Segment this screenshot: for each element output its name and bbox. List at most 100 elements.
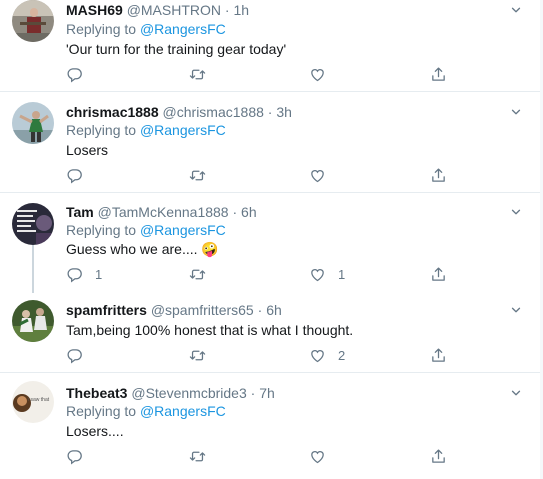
separator-dot: · [257,302,263,318]
share-icon [430,266,447,283]
share-button[interactable] [430,265,447,283]
tweet-header: Tam @TamMcKenna1888 · 6h [66,203,257,221]
separator-dot: · [224,2,230,18]
tweet-actions [66,65,466,83]
user-handle[interactable]: @Stevenmcbride3 [131,385,246,401]
share-button[interactable] [430,166,447,184]
tweet[interactable]: MASH69 @MASHTRON · 1h Replying to @Range… [0,0,543,92]
replying-to-label: Replying to [66,122,137,138]
retweet-icon [189,448,206,465]
reply-icon [66,167,83,184]
timestamp[interactable]: 6h [266,302,282,318]
like-button[interactable] [309,65,338,83]
display-name[interactable]: Tam [66,204,94,220]
tweet-text: 'Our turn for the training gear today' [66,41,287,57]
replying-to-link[interactable]: @RangersFC [140,21,226,37]
replying-to-label: Replying to [66,222,137,238]
replying-to: Replying to @RangersFC [66,402,226,420]
replying-to-link[interactable]: @RangersFC [140,222,226,238]
zany-face-emoji: 🤪 [201,241,219,257]
retweet-button[interactable] [189,65,218,83]
reply-button[interactable] [66,447,95,465]
separator-dot: · [250,385,256,401]
timestamp[interactable]: 3h [276,104,292,120]
tweet-actions [66,447,466,465]
reply-button[interactable] [66,65,95,83]
retweet-button[interactable] [189,447,218,465]
like-icon [309,448,326,465]
reply-icon [66,347,83,364]
chevron-down-icon[interactable] [509,303,523,317]
display-name[interactable]: Thebeat3 [66,385,127,401]
like-button[interactable]: 1 [309,265,345,283]
user-handle[interactable]: @spamfritters65 [151,302,254,318]
retweet-icon [189,266,206,283]
chevron-down-icon[interactable] [509,105,523,119]
tweet-header: MASH69 @MASHTRON · 1h [66,1,249,19]
share-icon [430,347,447,364]
share-icon [430,66,447,83]
user-handle[interactable]: @TamMcKenna1888 [98,204,229,220]
avatar-caption: i saw that [28,397,50,403]
reply-button[interactable] [66,346,95,364]
tweet-text: Tam,being 100% honest that is what I tho… [66,322,354,338]
separator-dot: · [267,104,273,120]
tweet[interactable]: i saw that Thebeat3 @Stevenmcbride3 · 7h… [0,373,543,479]
replying-to-label: Replying to [66,21,137,37]
tweet-header: spamfritters @spamfritters65 · 6h [66,301,282,319]
like-count: 2 [338,347,346,363]
share-button[interactable] [430,65,447,83]
avatar[interactable]: i saw that [12,381,54,423]
like-icon [309,167,326,184]
share-icon [430,448,447,465]
retweet-button[interactable] [189,265,218,283]
avatar[interactable] [12,0,54,42]
tweet[interactable]: Tam @TamMcKenna1888 · 6h Replying to @Ra… [0,193,543,293]
tweet-header: Thebeat3 @Stevenmcbride3 · 7h [66,384,275,402]
chevron-down-icon[interactable] [509,205,523,219]
tweet-text: Guess who we are.... 🤪 [66,240,219,258]
chevron-down-icon[interactable] [509,3,523,17]
user-handle[interactable]: @MASHTRON [127,2,221,18]
replying-to: Replying to @RangersFC [66,221,226,239]
like-icon [309,66,326,83]
reply-icon [66,66,83,83]
reply-button[interactable]: 1 [66,265,102,283]
replying-to: Replying to @RangersFC [66,121,226,139]
retweet-button[interactable] [189,166,218,184]
share-button[interactable] [430,346,447,364]
retweet-icon [189,347,206,364]
share-button[interactable] [430,447,447,465]
avatar[interactable] [12,203,54,245]
tweet-actions [66,166,466,184]
thread-connector-line [32,245,34,293]
replying-to-link[interactable]: @RangersFC [140,403,226,419]
tweet-header: chrismac1888 @chrismac1888 · 3h [66,103,292,121]
user-handle[interactable]: @chrismac1888 [163,104,264,120]
avatar[interactable] [12,300,54,342]
retweet-icon [189,66,206,83]
timestamp[interactable]: 1h [233,2,249,18]
display-name[interactable]: chrismac1888 [66,104,159,120]
retweet-button[interactable] [189,346,218,364]
replying-to: Replying to @RangersFC [66,20,226,38]
tweet[interactable]: chrismac1888 @chrismac1888 · 3h Replying… [0,92,543,192]
like-button[interactable] [309,447,338,465]
reply-icon [66,448,83,465]
replying-to-link[interactable]: @RangersFC [140,122,226,138]
retweet-icon [189,167,206,184]
tweet[interactable]: spamfritters @spamfritters65 · 6h Tam,be… [0,290,543,372]
replying-to-label: Replying to [66,403,137,419]
timestamp[interactable]: 6h [241,204,257,220]
reply-button[interactable] [66,166,95,184]
like-button[interactable]: 2 [309,346,345,364]
tweet-actions: 1 1 [66,265,466,283]
display-name[interactable]: spamfritters [66,302,147,318]
like-button[interactable] [309,166,338,184]
timestamp[interactable]: 7h [259,385,275,401]
like-count: 1 [338,266,346,282]
chevron-down-icon[interactable] [509,386,523,400]
like-icon [309,266,326,283]
display-name[interactable]: MASH69 [66,2,123,18]
avatar[interactable] [12,102,54,144]
